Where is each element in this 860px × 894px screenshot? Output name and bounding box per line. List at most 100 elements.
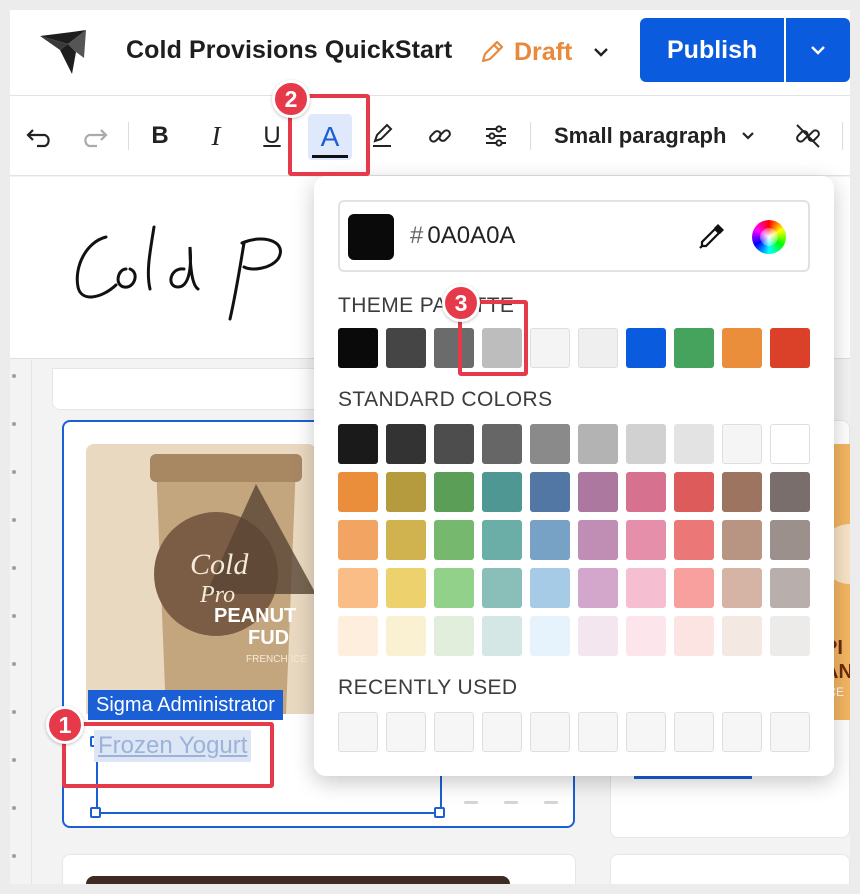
standard-color-swatch[interactable] <box>434 520 474 560</box>
product-image[interactable]: Cold Pro PEANUT FUD FRENCH ICE <box>86 444 316 714</box>
standard-color-swatch[interactable] <box>722 520 762 560</box>
recent-color-swatch[interactable] <box>530 712 570 752</box>
publish-options-button[interactable] <box>786 18 850 82</box>
standard-color-swatch[interactable] <box>338 520 378 560</box>
standard-color-swatch[interactable] <box>530 520 570 560</box>
standard-color-swatch[interactable] <box>674 616 714 656</box>
publish-button[interactable]: Publish <box>640 18 785 82</box>
theme-color-swatch[interactable] <box>770 328 810 368</box>
standard-color-swatch[interactable] <box>386 520 426 560</box>
workbook-title[interactable]: Cold Provisions QuickStart <box>126 36 452 65</box>
recent-color-swatch[interactable] <box>386 712 426 752</box>
ruler-mark <box>12 710 16 714</box>
text-settings-button[interactable] <box>476 116 516 156</box>
standard-color-swatch[interactable] <box>674 424 714 464</box>
recent-color-swatch[interactable] <box>482 712 522 752</box>
standard-color-swatch[interactable] <box>482 568 522 608</box>
theme-color-swatch[interactable] <box>722 328 762 368</box>
eyedropper-icon[interactable] <box>696 220 728 254</box>
standard-color-swatch[interactable] <box>770 568 810 608</box>
standard-color-swatch[interactable] <box>338 424 378 464</box>
standard-color-swatch[interactable] <box>530 472 570 512</box>
underline-button[interactable]: U <box>252 116 292 156</box>
theme-color-swatch[interactable] <box>530 328 570 368</box>
standard-color-swatch[interactable] <box>578 616 618 656</box>
standard-color-swatch[interactable] <box>386 568 426 608</box>
standard-color-swatch[interactable] <box>626 424 666 464</box>
standard-color-swatch[interactable] <box>722 424 762 464</box>
standard-color-swatch[interactable] <box>530 424 570 464</box>
draft-status[interactable]: Draft <box>478 34 612 70</box>
standard-color-swatch[interactable] <box>482 616 522 656</box>
redo-icon <box>84 129 108 148</box>
standard-color-swatch[interactable] <box>434 616 474 656</box>
standard-color-swatch[interactable] <box>338 472 378 512</box>
standard-color-swatch[interactable] <box>578 568 618 608</box>
standard-color-swatch[interactable] <box>722 472 762 512</box>
recent-color-swatch[interactable] <box>626 712 666 752</box>
recent-color-swatch[interactable] <box>674 712 714 752</box>
standard-color-swatch[interactable] <box>482 424 522 464</box>
recent-color-swatch[interactable] <box>434 712 474 752</box>
standard-color-swatch[interactable] <box>530 616 570 656</box>
standard-color-swatch[interactable] <box>626 520 666 560</box>
theme-color-swatch[interactable] <box>578 328 618 368</box>
standard-color-swatch[interactable] <box>674 472 714 512</box>
standard-color-swatch[interactable] <box>386 424 426 464</box>
ruler-mark <box>12 470 16 474</box>
undo-button[interactable] <box>20 116 60 156</box>
resize-handle[interactable] <box>434 807 445 818</box>
standard-color-swatch[interactable] <box>434 568 474 608</box>
theme-color-swatch[interactable] <box>626 328 666 368</box>
standard-color-swatch[interactable] <box>770 616 810 656</box>
product-card-bottom-right[interactable] <box>610 854 850 884</box>
standard-color-swatch[interactable] <box>386 616 426 656</box>
standard-color-swatch[interactable] <box>578 472 618 512</box>
standard-color-swatch[interactable] <box>434 424 474 464</box>
theme-color-swatch[interactable] <box>674 328 714 368</box>
standard-color-swatch[interactable] <box>482 520 522 560</box>
hex-value: 0A0A0A <box>427 222 516 249</box>
standard-color-swatch[interactable] <box>578 424 618 464</box>
standard-color-swatch[interactable] <box>338 568 378 608</box>
unlink-button[interactable] <box>788 116 828 156</box>
standard-color-swatch[interactable] <box>626 616 666 656</box>
standard-color-swatch[interactable] <box>434 472 474 512</box>
standard-color-swatch[interactable] <box>722 616 762 656</box>
redo-button[interactable] <box>74 116 114 156</box>
sigma-logo-icon[interactable] <box>38 30 88 74</box>
theme-color-swatch[interactable] <box>338 328 378 368</box>
recent-color-swatch[interactable] <box>338 712 378 752</box>
standard-color-swatch[interactable] <box>674 520 714 560</box>
italic-button[interactable]: I <box>196 116 236 156</box>
standard-color-swatch[interactable] <box>386 472 426 512</box>
standard-color-swatch[interactable] <box>626 472 666 512</box>
text-style-select[interactable]: Small paragraph <box>554 118 756 154</box>
standard-color-swatch[interactable] <box>770 520 810 560</box>
theme-color-swatch[interactable] <box>386 328 426 368</box>
product-label-2: FUD <box>248 627 289 649</box>
recent-color-swatch[interactable] <box>722 712 762 752</box>
standard-color-swatch[interactable] <box>722 568 762 608</box>
standard-color-swatch[interactable] <box>578 520 618 560</box>
hex-input[interactable]: #0A0A0A <box>410 222 515 250</box>
standard-color-swatch[interactable] <box>530 568 570 608</box>
undo-icon <box>26 129 50 148</box>
ice-cream-cup-image: Cold Pro PEANUT FUD FRENCH ICE <box>86 444 316 714</box>
standard-color-swatch[interactable] <box>674 568 714 608</box>
standard-color-swatch[interactable] <box>482 472 522 512</box>
standard-colors-label: STANDARD COLORS <box>338 388 553 411</box>
link-button[interactable] <box>420 116 460 156</box>
recent-color-swatch[interactable] <box>578 712 618 752</box>
resize-handle[interactable] <box>90 807 101 818</box>
color-wheel-icon[interactable] <box>752 220 786 254</box>
standard-color-swatch[interactable] <box>626 568 666 608</box>
bold-button[interactable]: B <box>140 116 180 156</box>
chevron-down-icon[interactable] <box>590 41 612 63</box>
underline-icon: U <box>263 122 281 149</box>
standard-color-swatch[interactable] <box>770 424 810 464</box>
standard-color-swatch[interactable] <box>770 472 810 512</box>
standard-color-swatch[interactable] <box>338 616 378 656</box>
recent-color-swatch[interactable] <box>770 712 810 752</box>
callout-box-selected-text <box>62 722 274 788</box>
